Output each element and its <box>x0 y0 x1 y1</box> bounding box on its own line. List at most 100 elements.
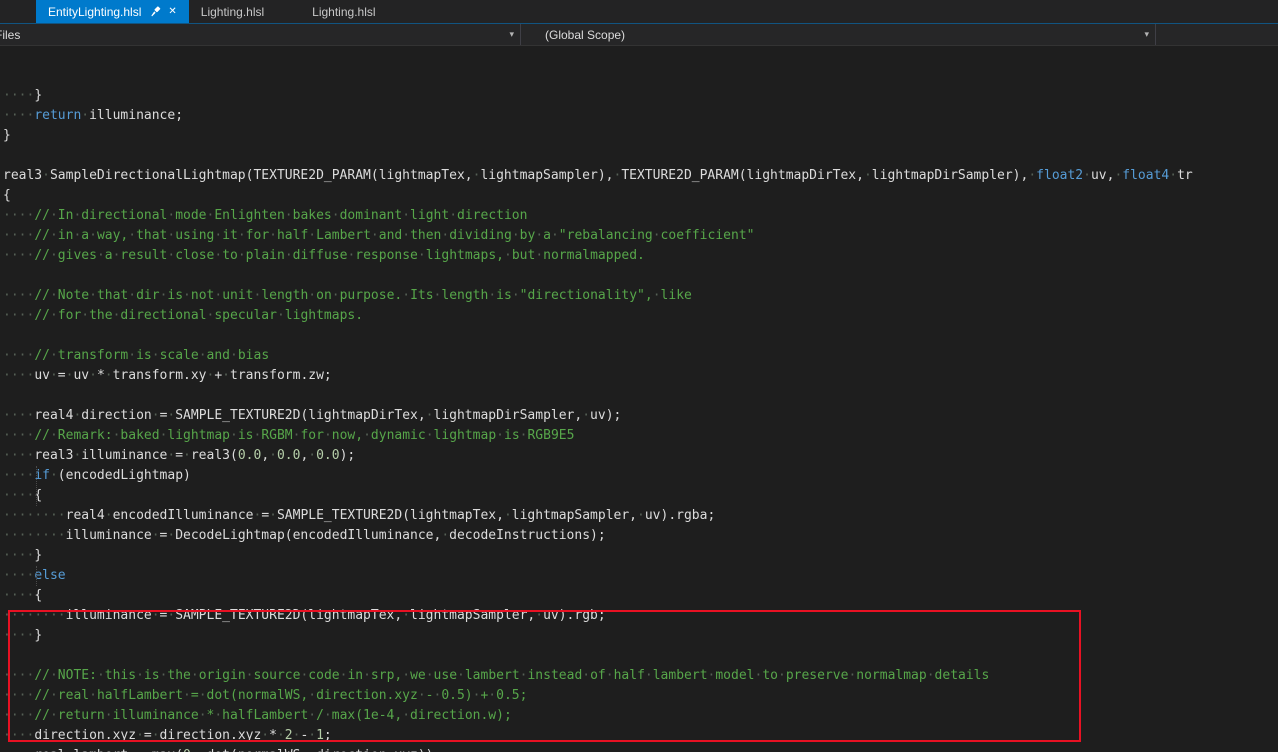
whitespace-dot: · <box>3 548 11 563</box>
scope-dropdown-label: (Global Scope) <box>545 27 626 42</box>
whitespace-dot: · <box>128 748 136 752</box>
whitespace-dot: · <box>81 108 90 123</box>
whitespace-dot: · <box>10 248 19 263</box>
whitespace-dot: · <box>34 608 43 623</box>
whitespace-dot: · <box>128 288 137 303</box>
code-line: ····//·transform·is·scale·and·bias <box>3 348 270 363</box>
whitespace-dot: · <box>503 508 512 523</box>
whitespace-dot: · <box>104 368 113 383</box>
whitespace-dot: · <box>89 368 97 383</box>
whitespace-dot: · <box>49 308 58 323</box>
whitespace-dot: · <box>81 308 90 323</box>
chevron-down-icon: ▾ <box>509 29 514 39</box>
whitespace-dot: · <box>10 668 19 683</box>
whitespace-dot: · <box>402 288 411 303</box>
whitespace-dot: · <box>582 668 591 683</box>
code-line: ····//·return·illuminance·*·halfLambert·… <box>3 708 512 723</box>
whitespace-dot: · <box>10 288 19 303</box>
whitespace-dot: · <box>550 228 559 243</box>
whitespace-dot: · <box>3 528 11 543</box>
whitespace-dot: · <box>10 428 19 443</box>
whitespace-dot: · <box>425 408 434 423</box>
whitespace-dot: · <box>104 708 113 723</box>
whitespace-dot: · <box>3 208 11 223</box>
whitespace-dot: · <box>10 88 19 103</box>
whitespace-dot: · <box>496 428 504 443</box>
whitespace-dot: · <box>214 228 223 243</box>
whitespace-dot: · <box>926 668 935 683</box>
whitespace-dot: · <box>652 228 661 243</box>
code-line: ····{ <box>3 588 43 603</box>
whitespace-dot: · <box>198 688 207 703</box>
code-line: ····//·gives·a·result·close·to·plain·dif… <box>3 248 645 263</box>
whitespace-dot: · <box>42 608 50 623</box>
whitespace-dot: · <box>144 748 152 752</box>
code-line: ····real3·illuminance·=·real3(0.0,·0.0,·… <box>3 448 356 463</box>
whitespace-dot: · <box>3 448 11 463</box>
whitespace-dot: · <box>10 228 19 243</box>
code-line: ········real4·encodedIlluminance·=·SAMPL… <box>3 508 716 523</box>
whitespace-dot: · <box>49 368 58 383</box>
whitespace-dot: · <box>425 428 434 443</box>
member-dropdown[interactable] <box>1156 24 1278 45</box>
whitespace-dot: · <box>49 708 58 723</box>
whitespace-dot: · <box>245 668 254 683</box>
whitespace-dot: · <box>3 588 11 603</box>
whitespace-dot: · <box>417 248 426 263</box>
close-icon[interactable]: ✕ <box>168 6 176 17</box>
whitespace-dot: · <box>637 508 645 523</box>
whitespace-dot: · <box>1169 168 1178 183</box>
whitespace-dot: · <box>425 668 434 683</box>
whitespace-dot: · <box>49 248 58 263</box>
whitespace-dot: · <box>488 288 497 303</box>
whitespace-dot: · <box>284 208 293 223</box>
whitespace-dot: · <box>10 568 19 583</box>
pin-icon[interactable] <box>150 6 161 17</box>
whitespace-dot: · <box>151 408 160 423</box>
vs-window: EntityLighting.hlsl ✕ Lighting.hlsl Ligh… <box>0 0 1278 752</box>
code-line: ········illuminance·=·SAMPLE_TEXTURE2D(l… <box>3 608 606 623</box>
whitespace-dot: · <box>3 288 11 303</box>
code-line: { <box>3 188 11 203</box>
whitespace-dot: · <box>96 248 105 263</box>
whitespace-dot: · <box>183 688 191 703</box>
whitespace-dot: · <box>10 488 19 503</box>
whitespace-dot: · <box>190 668 199 683</box>
code-line: ········illuminance·=·DecodeLightmap(enc… <box>3 528 606 543</box>
whitespace-dot: · <box>535 228 544 243</box>
whitespace-dot: · <box>230 348 238 363</box>
code-line: ····//·real·halfLambert·=·dot(normalWS,·… <box>3 688 528 703</box>
whitespace-dot: · <box>3 368 11 383</box>
tab-lighting-2[interactable]: Lighting.hlsl <box>300 0 387 23</box>
whitespace-dot: · <box>183 448 191 463</box>
code-line: ····//·Note·that·dir·is·not·unit·length·… <box>3 288 692 303</box>
whitespace-dot: · <box>284 248 293 263</box>
whitespace-dot: · <box>10 408 19 423</box>
whitespace-dot: · <box>49 688 58 703</box>
whitespace-dot: · <box>308 688 317 703</box>
whitespace-dot: · <box>183 288 191 303</box>
tab-lighting-1[interactable]: Lighting.hlsl <box>189 0 276 23</box>
whitespace-dot: · <box>402 608 411 623</box>
whitespace-dot: · <box>417 688 426 703</box>
code-editor[interactable]: ····} ····return·illuminance;} real3·Sampl… <box>0 46 1278 752</box>
chevron-down-icon: ▾ <box>1144 29 1149 39</box>
whitespace-dot: · <box>49 288 58 303</box>
project-dropdown[interactable]: Files ▾ <box>0 24 521 45</box>
whitespace-dot: · <box>261 728 270 743</box>
scope-dropdown[interactable]: (Global Scope) ▾ <box>521 24 1156 45</box>
whitespace-dot: · <box>10 468 19 483</box>
tab-entitylighting[interactable]: EntityLighting.hlsl ✕ <box>36 0 189 23</box>
tab-label: Lighting.hlsl <box>312 4 376 19</box>
whitespace-dot: · <box>276 308 285 323</box>
whitespace-dot: · <box>151 348 160 363</box>
whitespace-dot: · <box>363 428 371 443</box>
whitespace-dot: · <box>511 228 520 243</box>
whitespace-dot: · <box>402 208 411 223</box>
code-line: ····uv·=·uv·*·transform.xy·+·transform.z… <box>3 368 332 383</box>
whitespace-dot: · <box>3 748 11 752</box>
whitespace-dot: · <box>308 448 317 463</box>
whitespace-dot: · <box>49 508 58 523</box>
